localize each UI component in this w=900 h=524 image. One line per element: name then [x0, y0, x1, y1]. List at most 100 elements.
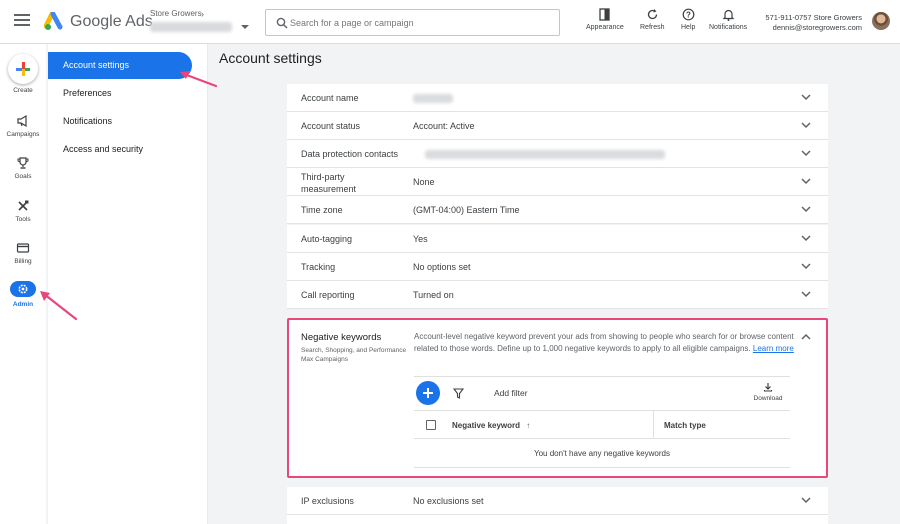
column-header-negative-keyword[interactable]: Negative keyword ↑: [452, 421, 530, 430]
campaigns-label[interactable]: Campaigns: [0, 131, 46, 138]
chevron-down-icon: [801, 291, 811, 298]
column-header-match-type[interactable]: Match type: [664, 421, 706, 430]
tools-label[interactable]: Tools: [0, 216, 46, 223]
negative-keywords-panel: Negative keywords Search, Shopping, and …: [287, 318, 828, 478]
redacted-value: [413, 94, 453, 103]
admin-button[interactable]: [10, 281, 36, 297]
goals-label[interactable]: Goals: [0, 173, 46, 180]
negative-keywords-subtitle: Search, Shopping, and Performance Max Ca…: [301, 347, 407, 363]
trophy-icon[interactable]: [16, 156, 30, 170]
setting-row-call-reporting[interactable]: Call reporting Turned on: [287, 281, 828, 309]
create-button[interactable]: [8, 54, 38, 84]
setting-label: Data protection contacts: [301, 149, 399, 159]
billing-label[interactable]: Billing: [0, 258, 46, 265]
setting-value: Account: Active: [413, 121, 475, 131]
caret-down-icon[interactable]: [241, 25, 249, 29]
setting-value: Turned on: [413, 290, 454, 300]
setting-label: Time zone: [301, 205, 343, 215]
chevron-down-icon: [801, 235, 811, 242]
account-switcher[interactable]: Store Growers: [150, 9, 232, 32]
nav-account-settings[interactable]: Account settings: [48, 52, 192, 79]
download-label: Download: [753, 395, 783, 402]
chevron-down-icon: [801, 206, 811, 213]
chevron-down-icon: [801, 263, 811, 270]
appearance-icon: [599, 8, 611, 21]
setting-label: Auto-tagging: [301, 234, 353, 244]
left-rail: Create Campaigns Goals Tools Billing Adm…: [0, 44, 46, 524]
setting-label: Account status: [301, 121, 361, 131]
setting-row-ip-exclusions[interactable]: IP exclusions No exclusions set: [287, 487, 828, 515]
svg-text:?: ?: [686, 10, 691, 19]
redacted-value: [425, 150, 665, 159]
download-button[interactable]: Download: [748, 382, 788, 402]
brand-name: Google Ads: [70, 13, 153, 30]
setting-row-auto-tagging[interactable]: Auto-tagging Yes: [287, 225, 828, 253]
chevron-down-icon: [801, 150, 811, 157]
page-title: Account settings: [219, 50, 322, 66]
chevron-down-icon: [801, 94, 811, 101]
setting-row-data-protection[interactable]: Data protection contacts: [287, 140, 828, 168]
add-keyword-button[interactable]: [416, 381, 440, 405]
appearance-button[interactable]: Appearance: [586, 8, 624, 31]
search-input[interactable]: [290, 15, 550, 31]
setting-row-next: [287, 515, 828, 524]
add-filter-button[interactable]: Add filter: [494, 388, 528, 398]
appearance-label: Appearance: [586, 24, 624, 31]
chevron-up-icon[interactable]: [801, 333, 811, 340]
menu-icon[interactable]: [14, 14, 30, 28]
avatar[interactable]: [872, 12, 890, 30]
setting-label: Tracking: [301, 262, 336, 272]
nav-preferences[interactable]: Preferences: [48, 80, 192, 107]
setting-value: None: [413, 177, 435, 187]
filter-icon[interactable]: [453, 388, 464, 399]
setting-value: (GMT-04:00) Eastern Time: [413, 205, 520, 215]
empty-state-text: You don't have any negative keywords: [414, 439, 790, 468]
help-button[interactable]: ? Help: [681, 8, 695, 31]
setting-row-tracking[interactable]: Tracking No options set: [287, 253, 828, 281]
annotation-arrow-icon: [180, 71, 218, 88]
setting-label: Account name: [301, 93, 359, 103]
credit-card-icon[interactable]: [16, 241, 30, 255]
refresh-icon: [647, 9, 657, 20]
user-info[interactable]: 571-911-0757 Store Growers dennis@storeg…: [765, 13, 862, 33]
chevron-right-icon: ›: [201, 9, 204, 19]
tools-icon[interactable]: [16, 199, 30, 213]
setting-row-account-status[interactable]: Account status Account: Active: [287, 112, 828, 140]
help-label: Help: [681, 24, 696, 31]
setting-value: No exclusions set: [413, 496, 484, 506]
setting-row-time-zone[interactable]: Time zone (GMT-04:00) Eastern Time: [287, 196, 828, 224]
settings-nav: Account settings Preferences Notificatio…: [48, 44, 208, 524]
negative-keywords-title: Negative keywords: [301, 332, 382, 343]
nav-notifications[interactable]: Notifications: [48, 108, 192, 135]
search-box[interactable]: [265, 9, 560, 36]
negative-keywords-description: Account-level negative keyword prevent y…: [414, 331, 794, 354]
setting-label: Call reporting: [301, 290, 355, 300]
sort-arrow-up-icon: ↑: [526, 421, 531, 430]
column-divider: [653, 411, 654, 439]
help-icon: ?: [682, 8, 695, 21]
refresh-button[interactable]: Refresh: [640, 8, 665, 31]
top-bar: Google Ads Store Growers › Appearance Re…: [0, 0, 900, 44]
create-label: Create: [13, 87, 33, 94]
megaphone-icon[interactable]: [16, 114, 30, 128]
chevron-down-icon: [801, 178, 811, 185]
setting-label: IP exclusions: [301, 496, 354, 506]
description-text: Account-level negative keyword prevent y…: [414, 332, 794, 353]
setting-value: No options set: [413, 262, 471, 272]
user-phone-name: 571-911-0757 Store Growers: [765, 13, 862, 22]
setting-row-third-party[interactable]: Third-party measurement None: [287, 168, 828, 196]
table-header: Negative keyword ↑ Match type: [414, 410, 790, 439]
setting-label: Third-party measurement: [301, 172, 357, 194]
account-label: Store Growers: [150, 9, 202, 18]
gear-icon: [18, 284, 28, 294]
nav-access-security[interactable]: Access and security: [48, 136, 192, 163]
setting-row-account-name[interactable]: Account name: [287, 84, 828, 112]
download-icon: [763, 383, 773, 392]
divider: [414, 376, 790, 377]
search-icon: [276, 17, 288, 29]
chevron-down-icon: [801, 497, 811, 504]
account-id-redacted: [150, 22, 232, 32]
select-all-checkbox[interactable]: [426, 420, 436, 430]
notifications-button[interactable]: Notifications: [709, 8, 747, 31]
learn-more-link[interactable]: Learn more: [753, 344, 794, 353]
